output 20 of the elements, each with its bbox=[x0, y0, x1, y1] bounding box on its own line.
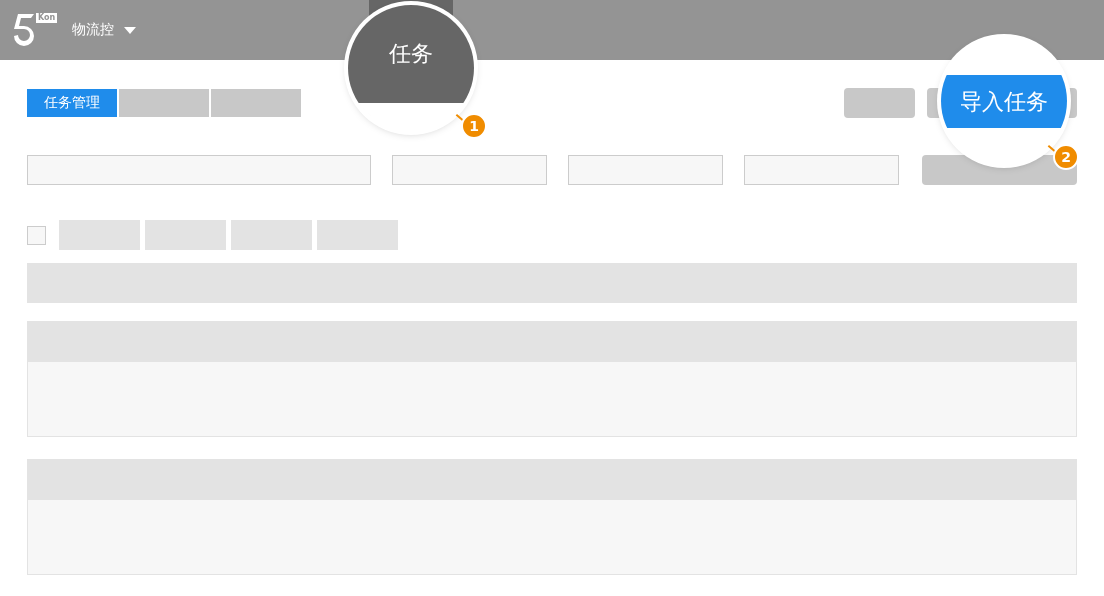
tab[interactable] bbox=[211, 89, 301, 117]
button[interactable] bbox=[844, 88, 915, 118]
checkbox[interactable] bbox=[27, 225, 46, 245]
number-badge: 1 bbox=[461, 113, 487, 139]
caret-icon bbox=[124, 26, 136, 34]
number-badge: 2 bbox=[1053, 144, 1079, 170]
tab[interactable] bbox=[119, 89, 209, 117]
filter-chip[interactable] bbox=[59, 220, 140, 250]
filter-chip[interactable] bbox=[231, 220, 312, 250]
input-field[interactable] bbox=[392, 155, 547, 185]
input-field[interactable] bbox=[568, 155, 723, 185]
callout-label: 任务 bbox=[348, 5, 474, 103]
tab[interactable]: 任务管理 bbox=[27, 89, 117, 117]
filter-chip[interactable] bbox=[145, 220, 226, 250]
callout-label: 导入任务 bbox=[941, 75, 1067, 128]
input-field[interactable] bbox=[27, 155, 371, 185]
logo-badge: Kon bbox=[36, 13, 58, 23]
input-field[interactable] bbox=[744, 155, 899, 185]
filter-chip[interactable] bbox=[317, 220, 398, 250]
app-menu[interactable]: 物流控 bbox=[72, 21, 136, 39]
